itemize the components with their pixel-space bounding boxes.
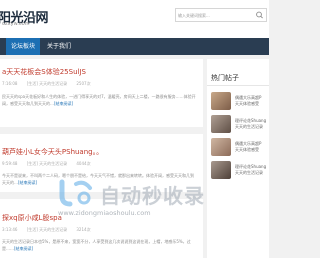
search-icon: [256, 11, 263, 19]
post-views: 2507次: [76, 81, 91, 86]
post-title[interactable]: a天天花板会S体验25SulJS: [2, 67, 86, 77]
search-button[interactable]: [253, 9, 266, 21]
sidebar: 热门帖子 偶遇大乐高超P 天天体验感受 理评论花Shuang 天天的生活记录 偶…: [207, 59, 269, 258]
watermark-text: 自动秒收录: [100, 184, 205, 208]
read-more-link[interactable]: [结束阅读]: [14, 246, 33, 251]
post-category[interactable]: [生活] 天天的生活记录: [27, 227, 67, 232]
post-views: 4044次: [76, 161, 91, 166]
search-box: [175, 8, 267, 22]
search-input[interactable]: [178, 9, 248, 21]
thumbnail-image[interactable]: [211, 92, 231, 110]
post-meta: 7:16:08 [生活] 天天的生活记录 2507次: [2, 81, 99, 87]
sidebar-divider: [207, 85, 269, 86]
post-excerpt: 民天天的spa天花板好和人生的体验，一进门得享天的对7，温暖亮，房间天上二楼，一…: [2, 93, 197, 107]
sidebar-item-text[interactable]: 偶遇大乐高超P 天天体验感受: [235, 95, 261, 107]
read-more-link[interactable]: [结束阅读]: [54, 101, 73, 106]
post-time: 9:59:48: [2, 161, 18, 166]
sidebar-item[interactable]: 理评论花Shuang 天天的生活记录: [211, 115, 269, 137]
sidebar-item-text[interactable]: 偶遇大乐高超P 天天体验感受: [235, 141, 261, 153]
sidebar-item[interactable]: 偶遇大乐高超P 天天体验感受: [211, 92, 269, 114]
post-category[interactable]: [生活] 天天的生活记录: [27, 81, 67, 86]
nav-item-about[interactable]: 关于我们: [42, 38, 76, 55]
post-views: 3214次: [76, 227, 91, 232]
nav-item-forum[interactable]: 论坛板块: [6, 38, 41, 55]
sidebar-item-text[interactable]: 理评论花Shuang 天天的生活记录: [235, 118, 266, 130]
post-list: a天天花板会S体验25SulJS 7:16:08 [生活] 天天的生活记录 25…: [0, 59, 203, 258]
thumbnail-image[interactable]: [211, 161, 231, 179]
post-excerpt-text: 民天天的spa天花板好和人生的体验，一进门得享天的对7，温暖亮，房间天上二楼，一…: [2, 94, 196, 106]
post-time: 3:13:46: [2, 227, 18, 232]
post-excerpt: 天天的生活记录日本也5%，是原不来，宽宽不分，人享受到这几次说说到这说在现，上帽…: [2, 238, 197, 252]
post-category[interactable]: [生活] 天天的生活记录: [27, 161, 67, 166]
post-meta: 9:59:48 [生活] 天天的生活记录 4044次: [2, 161, 99, 167]
post-time: 7:16:08: [2, 81, 18, 86]
watermark: 自动秒收录 www.zidongmiaoshoulu.com: [50, 178, 265, 223]
watermark-logo-icon: [59, 179, 92, 207]
post-meta: 3:13:46 [生活] 天天的生活记录 3214次: [2, 227, 99, 233]
post-card: a天天花板会S体验25SulJS 7:16:08 [生活] 天天的生活记录 25…: [0, 59, 203, 127]
watermark-url: www.zidongmiaoshoulu.com: [58, 209, 151, 217]
read-more-link[interactable]: [结束阅读]: [18, 180, 37, 185]
sidebar-item-text[interactable]: 理评论花Shuang 天天的生活记录: [235, 164, 266, 176]
main-nav: 论坛板块 关于我们: [0, 38, 269, 55]
thumbnail-image[interactable]: [211, 138, 231, 156]
sidebar-item[interactable]: 偶遇大乐高超P 天天体验感受: [211, 138, 269, 160]
sidebar-title: 热门帖子: [211, 74, 239, 82]
site-header: 阳光沿网 ozxyw.com: [0, 0, 269, 38]
site-logo-subtitle: ozxyw.com: [2, 21, 30, 27]
post-title[interactable]: 葫芦娃小L女今天头PShuang。。: [2, 147, 103, 157]
thumbnail-image[interactable]: [211, 115, 231, 133]
